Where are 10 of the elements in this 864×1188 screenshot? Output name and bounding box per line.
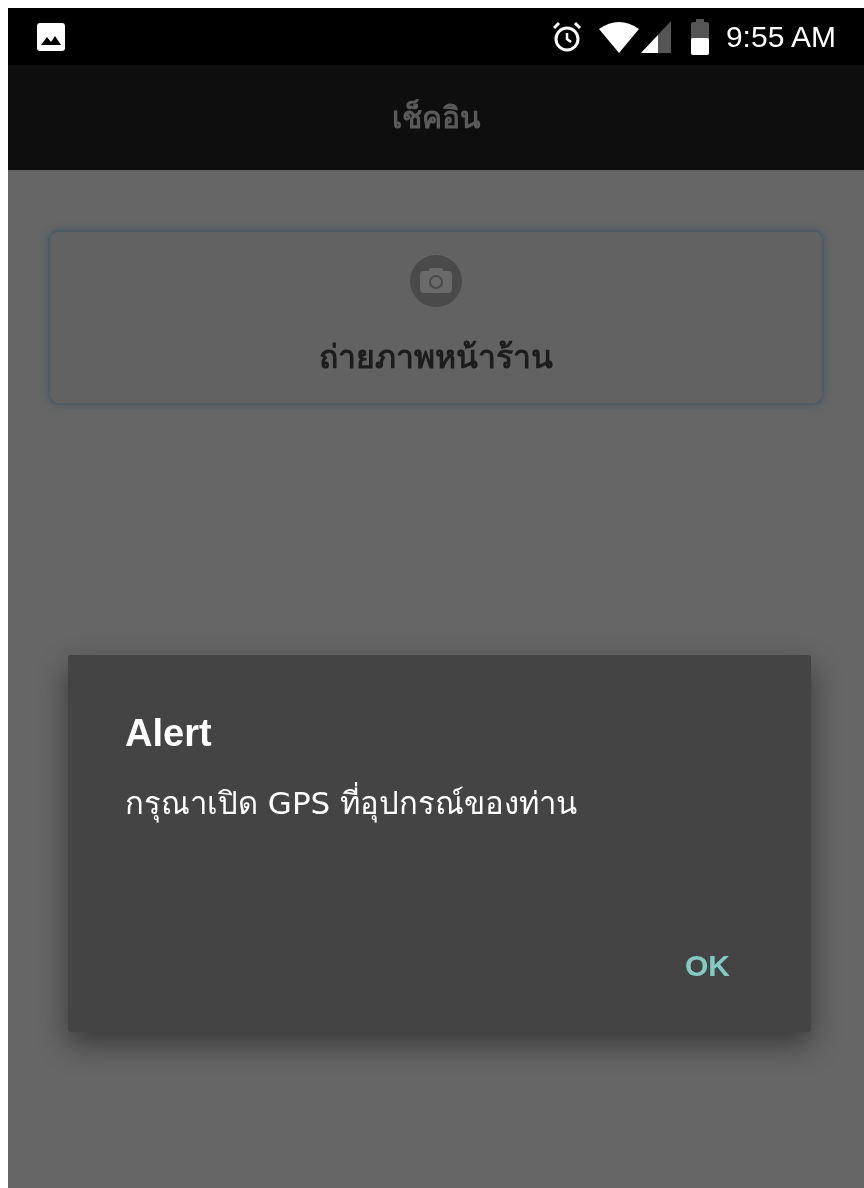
image-icon bbox=[36, 21, 66, 52]
dialog-title: Alert bbox=[125, 711, 213, 756]
status-time: 9:55 AM bbox=[725, 19, 836, 55]
dialog-message: กรุณาเปิด GPS ที่อุปกรณ์ของท่าน bbox=[125, 781, 579, 825]
take-photo-button[interactable]: ถ่ายภาพหน้าร้าน bbox=[48, 230, 824, 405]
app-bar-title: เช็คอิน bbox=[391, 98, 481, 137]
camera-icon bbox=[410, 254, 462, 307]
signal-icon bbox=[639, 19, 672, 54]
ok-button[interactable]: OK bbox=[681, 943, 734, 988]
battery-icon bbox=[689, 18, 710, 55]
